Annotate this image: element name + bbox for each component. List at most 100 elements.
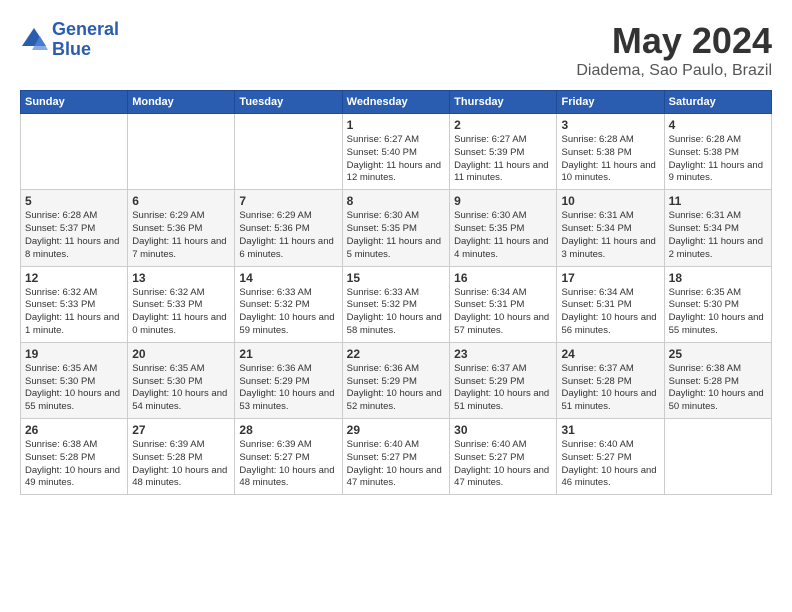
day-number: 20	[132, 347, 230, 361]
day-cell: 26Sunrise: 6:38 AM Sunset: 5:28 PM Dayli…	[21, 419, 128, 495]
day-number: 7	[239, 194, 337, 208]
day-cell: 18 Sunrise: 6:35 AM Sunset: 5:30 PM Dayli…	[664, 266, 771, 342]
day-info: Sunrise: 6:32 AM Sunset: 5:33 PM Dayligh…	[25, 287, 123, 338]
day-number: 21	[239, 347, 337, 361]
day-cell: 31 Sunrise: 6:40 AM Sunset: 5:27 PM Dayli…	[557, 419, 664, 495]
day-info: Sunrise: 6:29 AM Sunset: 5:36 PM Dayligh…	[132, 210, 230, 261]
day-cell: 11 Sunrise: 6:31 AM Sunset: 5:34 PM Dayli…	[664, 190, 771, 266]
day-cell: 12 Sunrise: 6:32 AM Sunset: 5:33 PM Dayli…	[21, 266, 128, 342]
day-number: 9	[454, 194, 552, 208]
week-row-2: 5 Sunrise: 6:28 AM Sunset: 5:37 PM Daylig…	[21, 190, 772, 266]
logo: General Blue	[20, 20, 119, 60]
day-number: 6	[132, 194, 230, 208]
day-number: 29	[347, 423, 445, 437]
logo-line2: Blue	[52, 39, 91, 59]
day-cell: 24Sunrise: 6:37 AM Sunset: 5:28 PM Dayli…	[557, 342, 664, 418]
day-number: 26	[25, 423, 123, 437]
day-cell: 17 Sunrise: 6:34 AM Sunset: 5:31 PM Dayli…	[557, 266, 664, 342]
day-number: 18	[669, 271, 767, 285]
day-info: Sunrise: 6:33 AM Sunset: 5:32 PM Dayligh…	[347, 287, 445, 338]
day-cell: 6 Sunrise: 6:29 AM Sunset: 5:36 PM Daylig…	[128, 190, 235, 266]
day-info: Sunrise: 6:35 AM Sunset: 5:30 PM Dayligh…	[25, 363, 123, 414]
day-info: Sunrise: 6:37 AM Sunset: 5:29 PM Dayligh…	[454, 363, 552, 414]
day-number: 28	[239, 423, 337, 437]
day-info: Sunrise: 6:40 AM Sunset: 5:27 PM Dayligh…	[561, 439, 659, 490]
weekday-header-wednesday: Wednesday	[342, 91, 449, 114]
day-info: Sunrise: 6:35 AM Sunset: 5:30 PM Dayligh…	[669, 287, 767, 338]
day-cell: 5 Sunrise: 6:28 AM Sunset: 5:37 PM Daylig…	[21, 190, 128, 266]
day-info: Sunrise: 6:31 AM Sunset: 5:34 PM Dayligh…	[669, 210, 767, 261]
weekday-header-thursday: Thursday	[450, 91, 557, 114]
logo-line1: General	[52, 19, 119, 39]
day-number: 30	[454, 423, 552, 437]
day-number: 23	[454, 347, 552, 361]
day-info: Sunrise: 6:38 AM Sunset: 5:28 PM Dayligh…	[669, 363, 767, 414]
day-cell	[128, 114, 235, 190]
day-cell	[235, 114, 342, 190]
day-cell: 16Sunrise: 6:34 AM Sunset: 5:31 PM Dayli…	[450, 266, 557, 342]
day-cell: 10 Sunrise: 6:31 AM Sunset: 5:34 PM Dayli…	[557, 190, 664, 266]
day-cell: 25Sunrise: 6:38 AM Sunset: 5:28 PM Dayli…	[664, 342, 771, 418]
day-info: Sunrise: 6:40 AM Sunset: 5:27 PM Dayligh…	[347, 439, 445, 490]
day-number: 11	[669, 194, 767, 208]
day-info: Sunrise: 6:30 AM Sunset: 5:35 PM Dayligh…	[454, 210, 552, 261]
day-cell	[664, 419, 771, 495]
day-cell: 27Sunrise: 6:39 AM Sunset: 5:28 PM Dayli…	[128, 419, 235, 495]
day-info: Sunrise: 6:28 AM Sunset: 5:37 PM Dayligh…	[25, 210, 123, 261]
day-cell: 19 Sunrise: 6:35 AM Sunset: 5:30 PM Dayli…	[21, 342, 128, 418]
weekday-header-tuesday: Tuesday	[235, 91, 342, 114]
weekday-header-monday: Monday	[128, 91, 235, 114]
day-number: 22	[347, 347, 445, 361]
day-info: Sunrise: 6:36 AM Sunset: 5:29 PM Dayligh…	[239, 363, 337, 414]
day-info: Sunrise: 6:34 AM Sunset: 5:31 PM Dayligh…	[561, 287, 659, 338]
day-number: 19	[25, 347, 123, 361]
day-info: Sunrise: 6:27 AM Sunset: 5:40 PM Dayligh…	[347, 134, 445, 185]
day-number: 27	[132, 423, 230, 437]
day-number: 12	[25, 271, 123, 285]
calendar: SundayMondayTuesdayWednesdayThursdayFrid…	[20, 90, 772, 495]
day-cell: 9 Sunrise: 6:30 AM Sunset: 5:35 PM Daylig…	[450, 190, 557, 266]
weekday-header-saturday: Saturday	[664, 91, 771, 114]
day-cell: 20 Sunrise: 6:35 AM Sunset: 5:30 PM Dayli…	[128, 342, 235, 418]
day-cell: 15 Sunrise: 6:33 AM Sunset: 5:32 PM Dayli…	[342, 266, 449, 342]
day-info: Sunrise: 6:28 AM Sunset: 5:38 PM Dayligh…	[561, 134, 659, 185]
day-number: 15	[347, 271, 445, 285]
day-cell: 13Sunrise: 6:32 AM Sunset: 5:33 PM Dayli…	[128, 266, 235, 342]
day-info: Sunrise: 6:31 AM Sunset: 5:34 PM Dayligh…	[561, 210, 659, 261]
day-number: 5	[25, 194, 123, 208]
day-info: Sunrise: 6:33 AM Sunset: 5:32 PM Dayligh…	[239, 287, 337, 338]
day-number: 8	[347, 194, 445, 208]
day-cell: 23 Sunrise: 6:37 AM Sunset: 5:29 PM Dayli…	[450, 342, 557, 418]
day-number: 10	[561, 194, 659, 208]
day-info: Sunrise: 6:36 AM Sunset: 5:29 PM Dayligh…	[347, 363, 445, 414]
day-number: 1	[347, 118, 445, 132]
week-row-1: 1 Sunrise: 6:27 AM Sunset: 5:40 PM Daylig…	[21, 114, 772, 190]
day-number: 14	[239, 271, 337, 285]
day-info: Sunrise: 6:30 AM Sunset: 5:35 PM Dayligh…	[347, 210, 445, 261]
title-area: May 2024 Diadema, Sao Paulo, Brazil	[576, 20, 772, 80]
header: General Blue May 2024 Diadema, Sao Paulo…	[20, 20, 772, 80]
day-cell	[21, 114, 128, 190]
month-title: May 2024	[576, 20, 772, 62]
day-number: 31	[561, 423, 659, 437]
day-info: Sunrise: 6:39 AM Sunset: 5:27 PM Dayligh…	[239, 439, 337, 490]
weekday-header-sunday: Sunday	[21, 91, 128, 114]
day-info: Sunrise: 6:40 AM Sunset: 5:27 PM Dayligh…	[454, 439, 552, 490]
day-cell: 21 Sunrise: 6:36 AM Sunset: 5:29 PM Dayli…	[235, 342, 342, 418]
day-number: 17	[561, 271, 659, 285]
day-info: Sunrise: 6:35 AM Sunset: 5:30 PM Dayligh…	[132, 363, 230, 414]
day-cell: 30 Sunrise: 6:40 AM Sunset: 5:27 PM Dayli…	[450, 419, 557, 495]
day-number: 3	[561, 118, 659, 132]
week-row-5: 26Sunrise: 6:38 AM Sunset: 5:28 PM Dayli…	[21, 419, 772, 495]
day-number: 13	[132, 271, 230, 285]
weekday-header-row: SundayMondayTuesdayWednesdayThursdayFrid…	[21, 91, 772, 114]
day-number: 4	[669, 118, 767, 132]
day-cell: 7Sunrise: 6:29 AM Sunset: 5:36 PM Daylig…	[235, 190, 342, 266]
day-cell: 1 Sunrise: 6:27 AM Sunset: 5:40 PM Daylig…	[342, 114, 449, 190]
day-info: Sunrise: 6:27 AM Sunset: 5:39 PM Dayligh…	[454, 134, 552, 185]
day-info: Sunrise: 6:37 AM Sunset: 5:28 PM Dayligh…	[561, 363, 659, 414]
logo-icon	[20, 26, 48, 54]
day-cell: 3 Sunrise: 6:28 AM Sunset: 5:38 PM Daylig…	[557, 114, 664, 190]
day-info: Sunrise: 6:28 AM Sunset: 5:38 PM Dayligh…	[669, 134, 767, 185]
day-cell: 4 Sunrise: 6:28 AM Sunset: 5:38 PM Daylig…	[664, 114, 771, 190]
